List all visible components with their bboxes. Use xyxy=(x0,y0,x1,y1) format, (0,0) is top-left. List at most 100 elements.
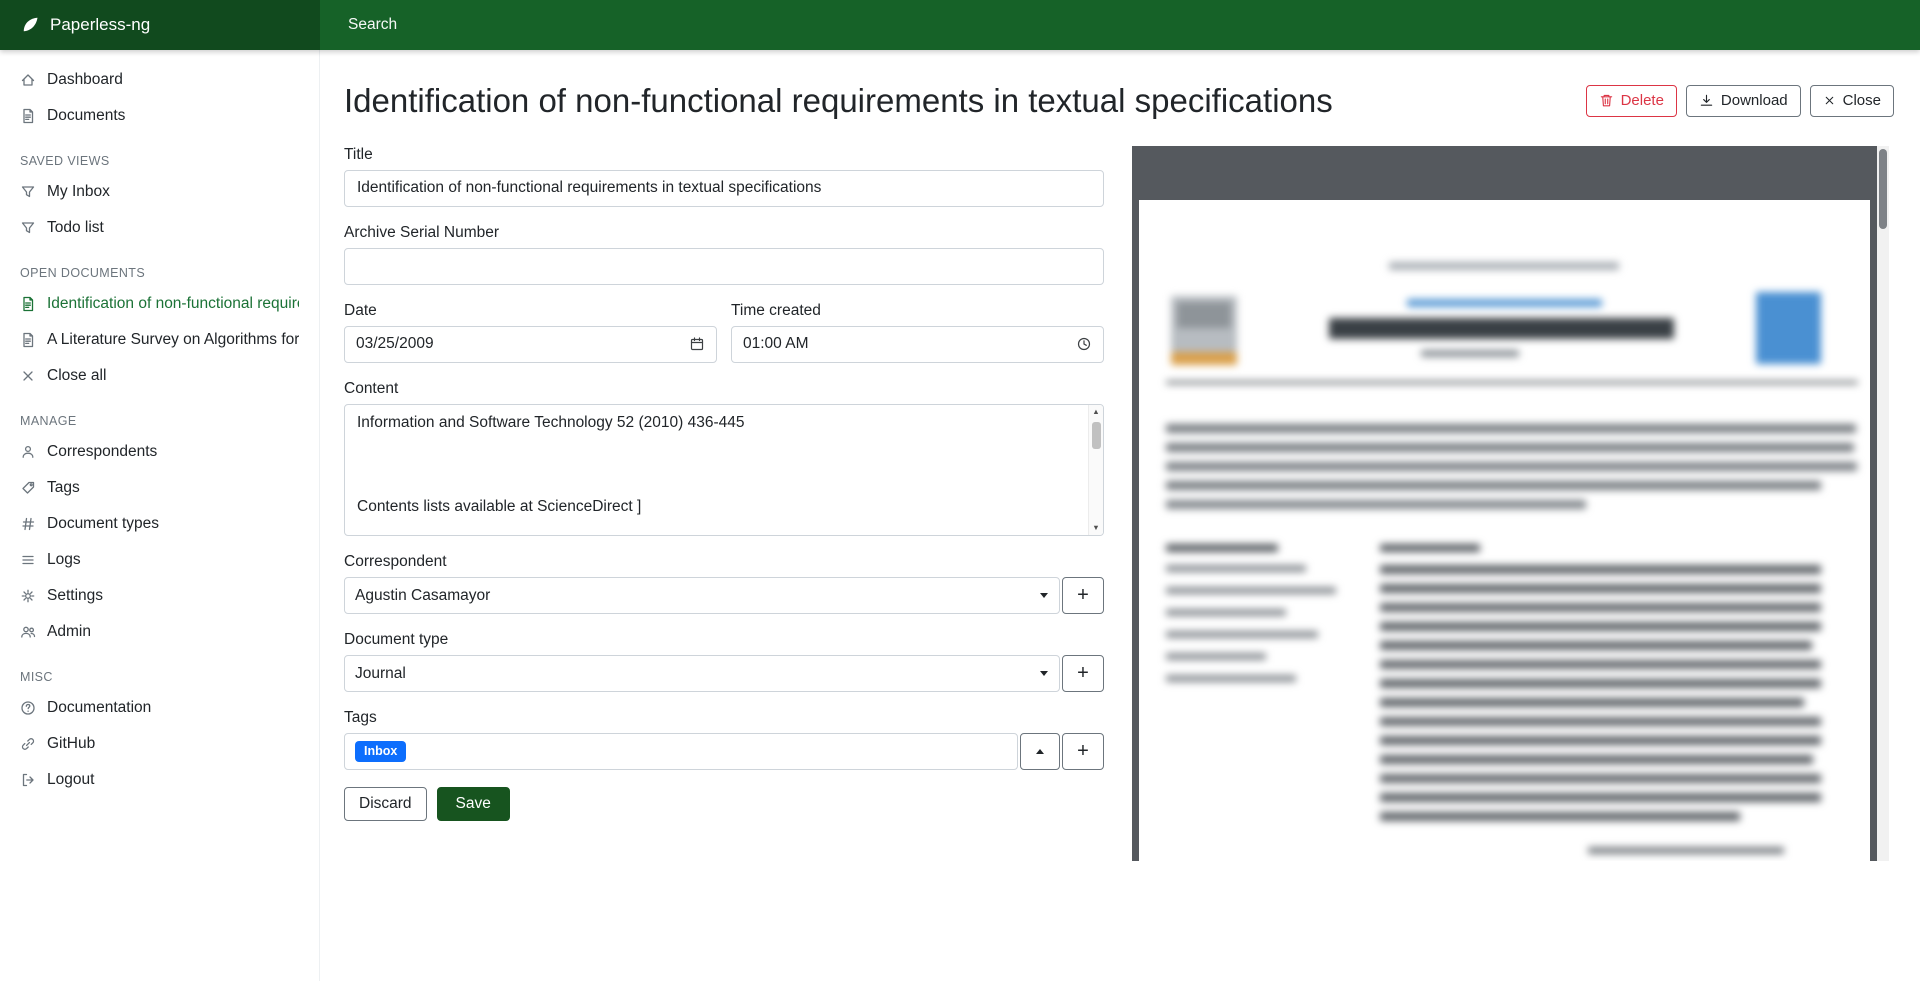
sidebar-item-label: Todo list xyxy=(47,219,104,237)
plus-icon: + xyxy=(1077,585,1089,605)
tags-label: Tags xyxy=(344,709,1104,727)
sidebar-item-correspondents[interactable]: Correspondents xyxy=(0,434,319,470)
link-icon xyxy=(20,736,36,752)
plus-icon: + xyxy=(1077,663,1089,683)
app-brand[interactable]: Paperless-ng xyxy=(0,0,320,50)
document-edit-form: Title Archive Serial Number Date 03/25/2… xyxy=(344,146,1104,821)
tags-dropdown-toggle-button[interactable] xyxy=(1020,733,1060,770)
document-type-label: Document type xyxy=(344,631,1104,649)
download-icon xyxy=(1699,93,1714,108)
tags-input[interactable]: Inbox xyxy=(344,733,1018,770)
sidebar-item-close-all[interactable]: Close all xyxy=(0,358,319,394)
time-created-label: Time created xyxy=(731,302,1104,320)
sidebar-item-documentation[interactable]: Documentation xyxy=(0,690,319,726)
delete-button[interactable]: Delete xyxy=(1586,85,1677,117)
app-title: Paperless-ng xyxy=(50,15,150,35)
sidebar-item-todo-list[interactable]: Todo list xyxy=(0,210,319,246)
preview-scrollbar-thumb[interactable] xyxy=(1879,149,1887,229)
correspondent-label: Correspondent xyxy=(344,553,1104,571)
sidebar-item-settings[interactable]: Settings xyxy=(0,578,319,614)
sidebar-section-misc: MISC xyxy=(0,650,319,690)
file-icon xyxy=(20,108,36,124)
document-type-select[interactable]: Journal xyxy=(344,655,1060,692)
sidebar-open-document-1[interactable]: Identification of non-functional require… xyxy=(0,286,319,322)
sidebar-item-admin[interactable]: Admin xyxy=(0,614,319,650)
correspondent-select[interactable]: Agustin Casamayor xyxy=(344,577,1060,614)
sidebar-item-my-inbox[interactable]: My Inbox xyxy=(0,174,319,210)
archive-serial-number-input[interactable] xyxy=(344,248,1104,285)
tag-badge-inbox[interactable]: Inbox xyxy=(355,741,406,762)
sidebar-item-logs[interactable]: Logs xyxy=(0,542,319,578)
download-button-label: Download xyxy=(1721,91,1788,111)
close-button[interactable]: Close xyxy=(1810,85,1894,117)
sidebar-item-label: GitHub xyxy=(47,735,95,753)
pdf-page-blurred-content xyxy=(1139,200,1870,861)
logout-icon xyxy=(20,772,36,788)
title-input[interactable] xyxy=(344,170,1104,207)
sidebar-section-saved-views: SAVED VIEWS xyxy=(0,134,319,174)
document-header: Identification of non-functional require… xyxy=(320,50,1920,120)
content-textarea[interactable]: Information and Software Technology 52 (… xyxy=(344,404,1104,536)
sidebar-item-label: Close all xyxy=(47,367,106,385)
sidebar-item-label: Tags xyxy=(47,479,80,497)
sidebar-item-label: Documents xyxy=(47,107,125,125)
calendar-icon[interactable] xyxy=(689,336,705,352)
sidebar-open-document-2[interactable]: A Literature Survey on Algorithms for Mu… xyxy=(0,322,319,358)
search-input[interactable] xyxy=(346,15,1133,35)
scroll-down-arrow-icon[interactable]: ▼ xyxy=(1089,523,1103,533)
sidebar-item-label: Dashboard xyxy=(47,71,123,89)
content-scrollbar-thumb[interactable] xyxy=(1092,422,1101,449)
time-created-value: 01:00 AM xyxy=(743,335,809,353)
discard-button[interactable]: Discard xyxy=(344,787,427,821)
filter-icon xyxy=(20,184,36,200)
home-icon xyxy=(20,72,36,88)
preview-scrollbar[interactable] xyxy=(1877,146,1889,861)
sidebar-item-tags[interactable]: Tags xyxy=(0,470,319,506)
navbar-search-area xyxy=(320,0,1920,50)
time-created-input[interactable]: 01:00 AM xyxy=(731,326,1104,363)
question-circle-icon xyxy=(20,700,36,716)
save-button[interactable]: Save xyxy=(437,787,510,821)
content-label: Content xyxy=(344,380,1104,398)
trash-icon xyxy=(1599,93,1614,108)
hash-icon xyxy=(20,516,36,532)
sidebar-item-label: My Inbox xyxy=(47,183,110,201)
sidebar-item-label: Logout xyxy=(47,771,94,789)
add-document-type-button[interactable]: + xyxy=(1062,655,1104,692)
sidebar-item-label: Logs xyxy=(47,551,81,569)
date-input[interactable]: 03/25/2009 xyxy=(344,326,717,363)
sidebar-item-logout[interactable]: Logout xyxy=(0,762,319,798)
pdf-preview-pane xyxy=(1132,146,1889,861)
file-icon xyxy=(20,296,36,312)
close-icon xyxy=(20,368,36,384)
file-icon xyxy=(20,332,36,348)
sidebar-section-open-documents: OPEN DOCUMENTS xyxy=(0,246,319,286)
sidebar-item-label: Admin xyxy=(47,623,91,641)
date-value: 03/25/2009 xyxy=(356,335,434,353)
sidebar-item-document-types[interactable]: Document types xyxy=(0,506,319,542)
add-tag-button[interactable]: + xyxy=(1062,733,1104,770)
main-content: Identification of non-functional require… xyxy=(320,50,1920,981)
filter-icon xyxy=(20,220,36,236)
clock-icon[interactable] xyxy=(1076,336,1092,352)
paperless-logo-icon xyxy=(20,15,40,35)
pdf-page xyxy=(1139,200,1870,861)
document-actions: Delete Download Close xyxy=(1586,85,1894,117)
people-icon xyxy=(20,624,36,640)
form-actions: Discard Save xyxy=(344,787,1104,821)
sidebar: Dashboard Documents SAVED VIEWS My Inbox… xyxy=(0,50,320,981)
document-detail-body: Title Archive Serial Number Date 03/25/2… xyxy=(320,120,1920,861)
sidebar-item-dashboard[interactable]: Dashboard xyxy=(0,62,319,98)
title-label: Title xyxy=(344,146,1104,164)
content-scrollbar[interactable]: ▲ ▼ xyxy=(1088,405,1103,535)
add-correspondent-button[interactable]: + xyxy=(1062,577,1104,614)
sidebar-item-label: Settings xyxy=(47,587,103,605)
sidebar-item-github[interactable]: GitHub xyxy=(0,726,319,762)
sidebar-item-label: Documentation xyxy=(47,699,151,717)
download-button[interactable]: Download xyxy=(1686,85,1801,117)
sidebar-item-documents[interactable]: Documents xyxy=(0,98,319,134)
scroll-up-arrow-icon[interactable]: ▲ xyxy=(1089,407,1103,417)
delete-button-label: Delete xyxy=(1621,91,1664,111)
open-document-label: Identification of non-functional require… xyxy=(47,295,299,313)
sidebar-item-label: Document types xyxy=(47,515,159,533)
